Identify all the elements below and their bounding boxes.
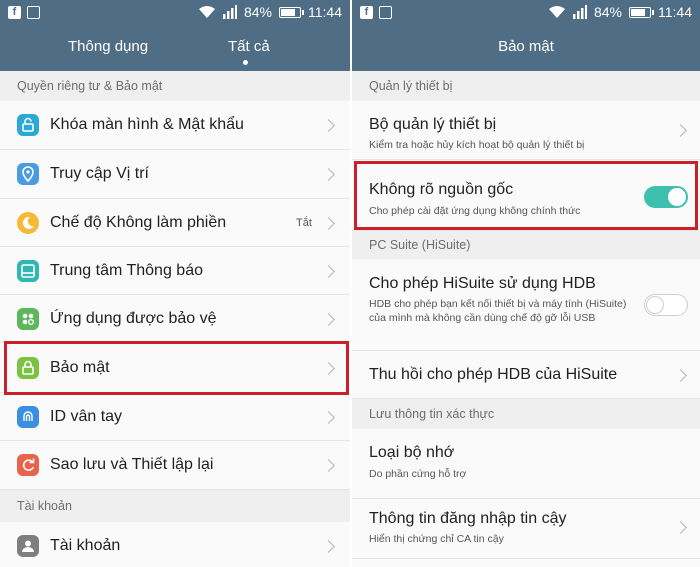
list-item-do-not-disturb[interactable]: Chế độ Không làm phiền Tắt (0, 199, 350, 247)
facebook-notification-icon: f (8, 6, 21, 19)
item-label: Khóa màn hình & Mật khẩu (50, 116, 244, 133)
item-label: ID vân tay (50, 408, 123, 425)
item-label: Loại bộ nhớ (369, 444, 455, 461)
item-label: Bảo mật (50, 359, 110, 376)
section-header-account: Tài khoản (0, 490, 350, 522)
app-header: f 84% 11:44 Bảo mật (352, 0, 700, 71)
wifi-icon (548, 6, 565, 18)
app-header: f 84% 11:44 Thông dụng Tất cả (0, 0, 350, 71)
item-label: Sao lưu và Thiết lập lại (50, 456, 214, 473)
chevron-right-icon (322, 313, 335, 326)
item-description: Cho phép cài đặt ứng dụng không chính th… (369, 205, 581, 217)
tab-common[interactable]: Thông dụng (68, 38, 148, 55)
toggle-knob (668, 188, 686, 206)
item-label: Bộ quản lý thiết bị (369, 116, 497, 133)
unknown-sources-toggle[interactable] (644, 186, 688, 208)
account-icon (17, 535, 39, 557)
section-header-credential-storage: Lưu thông tin xác thực (352, 399, 700, 429)
item-label: Chế độ Không làm phiền (50, 214, 227, 231)
chevron-right-icon (674, 369, 687, 382)
chevron-right-icon (322, 459, 335, 472)
clock: 11:44 (308, 4, 342, 20)
image-notification-icon (27, 6, 40, 19)
moon-icon (17, 212, 39, 234)
list-item-lock-screen[interactable]: Khóa màn hình & Mật khẩu (0, 101, 350, 150)
item-label: Không rõ nguồn gốc (369, 181, 514, 198)
toggle-knob (646, 296, 664, 314)
list-item-hisuite-hdb[interactable]: Cho phép HiSuite sử dụng HDB HDB cho phé… (352, 259, 700, 351)
chevron-right-icon (322, 168, 335, 181)
list-item-revoke-hdb[interactable]: Thu hồi cho phép HDB của HiSuite (352, 351, 700, 399)
battery-percent: 84% (593, 4, 622, 20)
list-item-fingerprint[interactable]: ID vân tay (0, 393, 350, 441)
protected-apps-icon (17, 308, 39, 330)
item-label: Tài khoản (50, 537, 121, 554)
list-item-trusted-credentials[interactable]: Thông tin đăng nhập tin cậy Hiển thị chứ… (352, 499, 700, 559)
battery-icon (629, 6, 654, 18)
item-description: Do phần cứng hỗ trợ (369, 468, 467, 480)
item-label: Thông tin đăng nhập tin cậy (369, 510, 567, 527)
list-item-device-administrators[interactable]: Bộ quản lý thiết bị Kiểm tra hoặc hủy kí… (352, 101, 700, 160)
tab-all[interactable]: Tất cả (228, 38, 270, 55)
item-label: Thu hồi cho phép HDB của HiSuite (369, 366, 618, 383)
image-notification-icon (379, 6, 392, 19)
list-item-storage-type[interactable]: Loại bộ nhớ Do phần cứng hỗ trợ (352, 429, 700, 499)
list-item-unknown-sources[interactable]: Không rõ nguồn gốc Cho phép cài đặt ứng … (352, 160, 700, 231)
fingerprint-icon (17, 406, 39, 428)
dnd-status-value: Tắt (296, 217, 312, 229)
list-item-security[interactable]: Bảo mật (0, 343, 350, 393)
list-item-location[interactable]: Truy cập Vị trí (0, 150, 350, 199)
item-description: Hiển thị chứng chỉ CA tin cậy (369, 533, 504, 545)
clock: 11:44 (658, 4, 692, 20)
status-bar: f 84% 11:44 (352, 0, 700, 26)
battery-percent: 84% (243, 4, 272, 20)
item-label: Trung tâm Thông báo (50, 262, 203, 279)
chevron-right-icon (674, 124, 687, 137)
wifi-icon (198, 6, 215, 18)
item-label: Ứng dụng được bảo vệ (50, 310, 217, 327)
chevron-right-icon (322, 217, 335, 230)
section-header-device-management: Quản lý thiết bị (352, 71, 700, 101)
signal-icon (572, 5, 587, 19)
hisuite-hdb-toggle[interactable] (644, 294, 688, 316)
battery-icon (279, 6, 304, 18)
chevron-right-icon (322, 119, 335, 132)
item-description: Kiểm tra hoặc hủy kích hoạt bộ quản lý t… (369, 139, 585, 151)
page-title: Bảo mật (498, 38, 554, 55)
list-item-account[interactable]: Tài khoản (0, 522, 350, 567)
security-lock-icon (17, 357, 39, 379)
chevron-right-icon (322, 362, 335, 375)
backup-reset-icon (17, 454, 39, 476)
chevron-right-icon (322, 411, 335, 424)
item-description: HDB cho phép bạn kết nối thiết bị và máy… (369, 298, 627, 324)
item-label: Cho phép HiSuite sử dụng HDB (369, 275, 596, 292)
status-bar: f 84% 11:44 (0, 0, 350, 26)
lock-screen-icon (17, 114, 39, 136)
signal-icon (222, 5, 237, 19)
chevron-right-icon (674, 521, 687, 534)
item-label: Truy cập Vị trí (50, 165, 149, 182)
facebook-notification-icon: f (360, 6, 373, 19)
screenshot-composite: f 84% 11:44 Thông dụng Tất cả Quyền riên… (0, 0, 700, 567)
chevron-right-icon (322, 540, 335, 553)
notification-center-icon (17, 260, 39, 282)
list-item-backup-reset[interactable]: Sao lưu và Thiết lập lại (0, 441, 350, 490)
list-item-protected-apps[interactable]: Ứng dụng được bảo vệ (0, 295, 350, 343)
section-header-privacy: Quyền riêng tư & Bảo mật (0, 71, 350, 101)
location-icon (17, 163, 39, 185)
active-tab-indicator (243, 60, 248, 65)
list-item-notification-center[interactable]: Trung tâm Thông báo (0, 247, 350, 295)
settings-all-panel: f 84% 11:44 Thông dụng Tất cả Quyền riên… (0, 0, 350, 567)
security-panel: f 84% 11:44 Bảo mật Quản lý thiết bị Bộ … (352, 0, 700, 567)
chevron-right-icon (322, 265, 335, 278)
tab-bar: Thông dụng Tất cả (0, 30, 350, 70)
section-header-pc-suite: PC Suite (HiSuite) (352, 231, 700, 259)
